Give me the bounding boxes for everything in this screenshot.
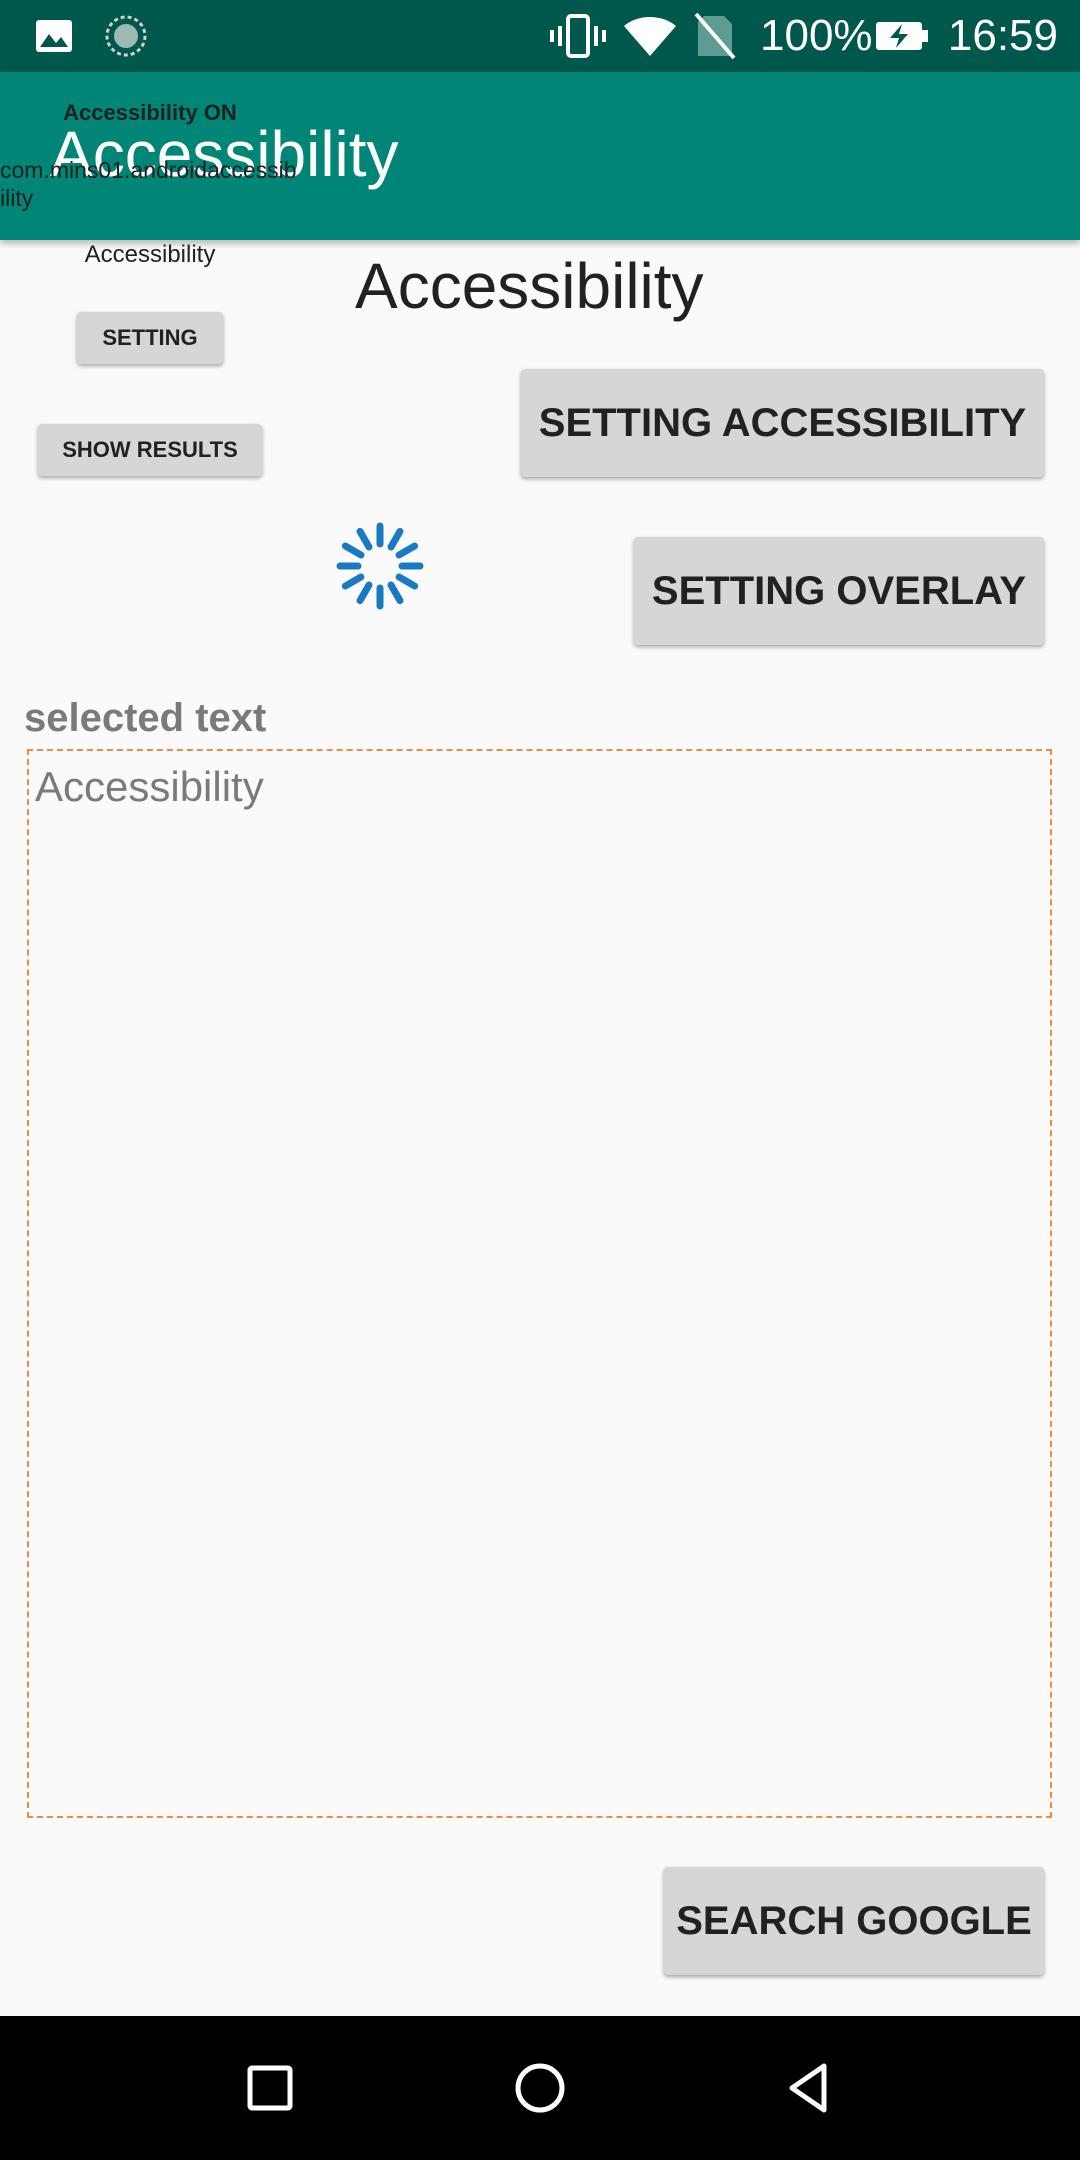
no-sim-icon	[694, 12, 736, 60]
image-icon	[36, 20, 72, 52]
navigation-bar	[0, 2016, 1080, 2160]
sync-icon	[105, 15, 147, 57]
main-heading: Accessibility	[355, 250, 704, 322]
setting-accessibility-button[interactable]: SETTING ACCESSIBILITY	[521, 369, 1044, 477]
setting-overlay-button[interactable]: SETTING OVERLAY	[634, 537, 1044, 645]
overlay-class-text: Accessibility	[84, 241, 216, 268]
selected-text-label: selected text	[24, 696, 267, 740]
selected-text-box[interactable]: Accessibility	[27, 749, 1052, 1818]
vibrate-icon	[550, 14, 606, 58]
wifi-icon	[624, 17, 676, 56]
overlay-status: Accessibility ON	[63, 100, 237, 125]
search-google-button[interactable]: SEARCH GOOGLE	[664, 1867, 1044, 1975]
setting-button[interactable]: SETTING	[77, 312, 223, 364]
show-results-button[interactable]: SHOW RESULTS	[38, 424, 262, 476]
selected-text-value: Accessibility	[35, 763, 264, 810]
home-icon[interactable]	[508, 2056, 572, 2120]
back-icon[interactable]	[778, 2056, 842, 2120]
loading-spinner-icon	[336, 522, 424, 610]
recents-icon[interactable]	[238, 2056, 302, 2120]
overlay-package-name: com.mins01.androidaccessibility	[0, 157, 297, 211]
status-time: 16:59	[947, 11, 1058, 60]
battery-percent: 100%	[760, 11, 873, 60]
status-bar: 100% 16:59	[0, 0, 1080, 72]
battery-charging-icon	[876, 22, 928, 50]
